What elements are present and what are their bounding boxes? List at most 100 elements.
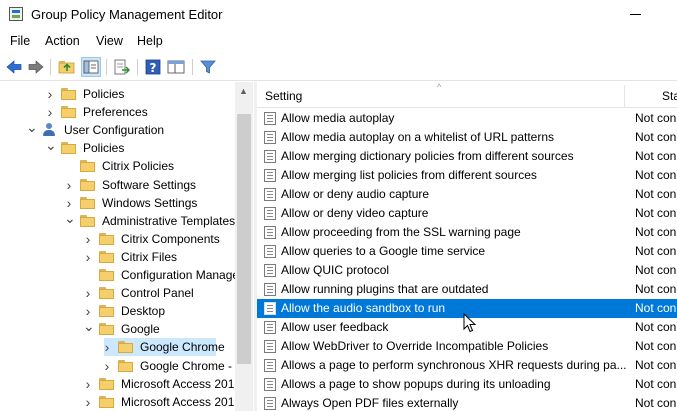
tree-node[interactable]: › Control Panel	[0, 284, 235, 302]
tree-node-label: Preferences	[83, 105, 148, 120]
tree-node-label: Google Chrome	[140, 340, 225, 355]
minimize-button[interactable]	[630, 14, 641, 15]
tree-node[interactable]: Citrix Policies	[0, 157, 235, 175]
policy-setting-icon	[264, 149, 276, 163]
sort-ascending-icon: ^	[437, 82, 442, 92]
tree-node-label: Microsoft Access 2013	[121, 376, 242, 391]
filter-icon[interactable]	[199, 58, 217, 76]
tree-node[interactable]: ⌄ Administrative Templates: Pc	[0, 211, 253, 230]
chevron-right-icon[interactable]: ›	[64, 194, 74, 212]
policy-row[interactable]: Allow WebDriver to Override Incompatible…	[257, 337, 677, 356]
folder-icon	[99, 305, 114, 318]
chevron-right-icon[interactable]: ›	[102, 357, 112, 375]
menu-view[interactable]: View	[96, 34, 123, 48]
policy-name: Allow or deny video capture	[281, 205, 429, 220]
policy-row[interactable]: Allow merging dictionary policies from d…	[257, 147, 677, 166]
tree-node[interactable]: Configuration Manager	[0, 266, 243, 284]
policy-row[interactable]: Allow proceeding from the SSL warning pa…	[257, 223, 677, 242]
back-arrow-icon[interactable]	[5, 58, 23, 76]
chevron-down-icon[interactable]: ⌄	[26, 120, 38, 139]
policy-row[interactable]: Allow running plugins that are outdated N…	[257, 280, 677, 299]
toolbar-separator	[50, 59, 51, 75]
policy-row[interactable]: Allow queries to a Google time service No…	[257, 242, 677, 261]
chevron-right-icon[interactable]: ›	[83, 375, 93, 393]
chevron-right-icon[interactable]: ›	[83, 230, 93, 248]
up-folder-icon[interactable]	[58, 58, 76, 76]
policy-row[interactable]: Allow media autoplay on a whitelist of U…	[257, 128, 677, 147]
chevron-down-icon[interactable]: ⌄	[83, 319, 95, 338]
policy-state: Not con	[635, 167, 677, 182]
tree-node[interactable]: › Google Chrome - Def	[0, 357, 253, 375]
tree-node[interactable]: ⌄ Google	[0, 319, 235, 338]
scroll-thumb[interactable]	[237, 114, 251, 364]
policy-setting-icon	[264, 396, 276, 410]
chevron-right-icon[interactable]: ›	[45, 103, 55, 121]
folder-icon	[99, 250, 114, 263]
forward-arrow-icon[interactable]	[27, 58, 45, 76]
column-separator[interactable]	[624, 85, 625, 107]
chevron-down-icon[interactable]: ⌄	[45, 138, 57, 157]
policy-name: Allow running plugins that are outdated	[281, 281, 489, 296]
tree-node[interactable]: ⌄ User Configuration	[0, 120, 235, 139]
policy-row[interactable]: Allow QUIC protocol Not con	[257, 261, 677, 280]
tree-node-label: Software Settings	[102, 177, 197, 192]
policy-state: Not con	[635, 129, 677, 144]
export-list-icon[interactable]	[113, 58, 131, 76]
policy-row[interactable]: Allow media autoplay Not con	[257, 109, 677, 128]
menu-help[interactable]: Help	[137, 34, 163, 48]
help-icon[interactable]: ?	[144, 58, 162, 76]
folder-icon	[80, 214, 95, 227]
menu-file[interactable]: File	[10, 34, 30, 48]
tree-node-label: Configuration Manager	[121, 268, 244, 282]
chevron-right-icon[interactable]: ›	[83, 284, 93, 302]
policy-state: Not con	[635, 357, 677, 372]
console-tree[interactable]: › Policies › Preferences ⌄ User Configuration…	[0, 82, 253, 411]
tree-scrollbar[interactable]: ▲	[235, 82, 253, 411]
scroll-up-arrow-icon[interactable]: ▲	[239, 86, 248, 96]
tree-node-label: Control Panel	[121, 286, 194, 301]
tree-node[interactable]: › Policies	[0, 85, 235, 103]
chevron-right-icon[interactable]: ›	[83, 393, 93, 411]
policy-state: Not con	[635, 319, 677, 334]
tree-node[interactable]: › Microsoft Access 2013	[0, 375, 241, 393]
tree-node[interactable]: › Citrix Files	[0, 248, 235, 266]
folder-icon	[61, 142, 76, 155]
tree-node-label: Microsoft Access 2016	[121, 394, 242, 409]
column-header-state[interactable]: Sta	[662, 89, 677, 103]
policy-setting-icon	[264, 187, 276, 201]
policy-setting-icon	[264, 282, 276, 296]
policy-setting-icon	[264, 358, 276, 372]
tree-node[interactable]: › Software Settings	[0, 176, 235, 194]
chevron-right-icon[interactable]: ›	[102, 338, 112, 356]
policy-row[interactable]: Allow or deny audio capture Not con	[257, 185, 677, 204]
tree-node[interactable]: ⌄ Policies	[0, 138, 235, 157]
chevron-right-icon[interactable]: ›	[64, 176, 74, 194]
policy-row[interactable]: Allows a page to perform synchronous XHR…	[257, 356, 677, 375]
policy-state: Not con	[635, 110, 677, 125]
chevron-right-icon[interactable]: ›	[45, 85, 55, 103]
column-header-setting[interactable]: Setting	[265, 89, 302, 103]
tree-node[interactable]: › Microsoft Access 2016	[0, 393, 241, 411]
policy-row[interactable]: Allows a page to show popups during its …	[257, 375, 677, 394]
extended-view-icon[interactable]	[167, 58, 185, 76]
policy-row[interactable]: Allow merging list policies from differe…	[257, 166, 677, 185]
list-header: ^ Setting Sta	[257, 82, 677, 108]
folder-icon	[99, 287, 114, 300]
settings-list[interactable]: ^ Setting Sta Allow media autoplay Not co…	[257, 82, 677, 411]
folder-icon	[99, 323, 114, 336]
policy-row[interactable]: Always Open PDF files externally Not con	[257, 394, 677, 411]
tree-node[interactable]: › Windows Settings	[0, 194, 235, 212]
policy-name: Allow media autoplay	[281, 110, 395, 125]
folder-icon	[80, 178, 95, 191]
chevron-down-icon[interactable]: ⌄	[64, 211, 76, 230]
show-hide-tree-icon[interactable]	[81, 57, 101, 77]
policy-setting-icon	[264, 130, 276, 144]
menu-action[interactable]: Action	[45, 34, 80, 48]
policy-name: Allow merging list policies from differe…	[281, 167, 537, 182]
policy-name: Allow WebDriver to Override Incompatible…	[281, 338, 549, 353]
tree-node[interactable]: › Desktop	[0, 302, 235, 320]
tree-node[interactable]: › Google Chrome	[102, 338, 225, 357]
tree-node[interactable]: › Citrix Components	[0, 230, 235, 248]
policy-row[interactable]: Allow or deny video capture Not con	[257, 204, 677, 223]
chevron-right-icon[interactable]: ›	[83, 248, 93, 266]
